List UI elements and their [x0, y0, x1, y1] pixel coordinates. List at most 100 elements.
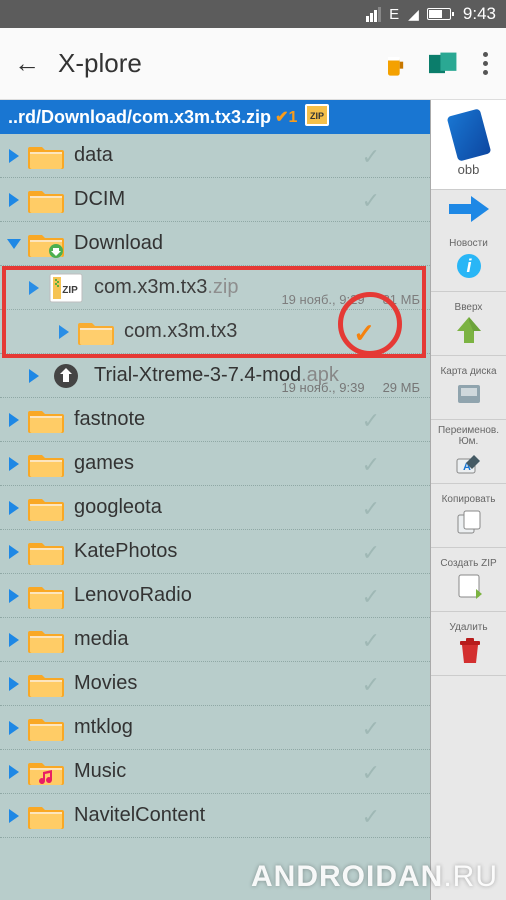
back-button[interactable]: ←: [14, 48, 40, 79]
app-title: X-plore: [58, 48, 361, 79]
disk-icon: [452, 379, 486, 409]
expand-arrow-icon[interactable]: [9, 809, 19, 823]
signal-icon: ◢: [408, 6, 419, 23]
up-icon: [452, 315, 486, 345]
file-row[interactable]: com.x3m.tx3✓: [0, 310, 430, 354]
battery-icon: [427, 8, 451, 20]
selected-check-icon: ✓: [353, 318, 375, 349]
folder-icon: [28, 493, 64, 523]
file-panel: ..rd/Download/ com.x3m.tx3.zip ✔1 ZIP da…: [0, 100, 430, 900]
folder-icon: [28, 229, 64, 259]
sidebar-action-label: Удалить: [449, 622, 487, 633]
network-type: E: [389, 6, 400, 23]
destination-label: obb: [458, 162, 480, 177]
file-row[interactable]: Download: [0, 222, 430, 266]
sidebar-action-label: Вверх: [455, 302, 483, 313]
app-bar: ← X-plore: [0, 28, 506, 100]
folder-icon: [28, 141, 64, 171]
dim-check-icon: ✓: [362, 540, 380, 566]
dim-check-icon: ✓: [362, 188, 380, 214]
file-row[interactable]: data✓: [0, 134, 430, 178]
file-row[interactable]: LenovoRadio✓: [0, 574, 430, 618]
expand-arrow-icon[interactable]: [9, 677, 19, 691]
sidebar-action-label: Переименов. Юм.: [431, 425, 506, 447]
dim-check-icon: ✓: [362, 716, 380, 742]
expand-arrow-icon[interactable]: [9, 501, 19, 515]
dim-check-icon: ✓: [362, 584, 380, 610]
file-list[interactable]: data✓DCIM✓ Download com.x3m.tx3.zip19 нояб…: [0, 134, 430, 838]
dim-check-icon: ✓: [362, 144, 380, 170]
expand-arrow-icon[interactable]: [9, 193, 19, 207]
sidebar-action-info[interactable]: Новости i: [431, 228, 506, 292]
info-icon: i: [452, 251, 486, 281]
file-row[interactable]: Movies✓: [0, 662, 430, 706]
folder-icon: [28, 581, 64, 611]
apk-icon: [48, 361, 84, 391]
file-row[interactable]: DCIM✓: [0, 178, 430, 222]
folder-icon: [28, 625, 64, 655]
expand-arrow-icon[interactable]: [9, 457, 19, 471]
sidebar-action-trash[interactable]: Удалить: [431, 612, 506, 676]
folder-icon: [28, 185, 64, 215]
expand-arrow-icon[interactable]: [9, 633, 19, 647]
sidebar-action-label: Новости: [449, 238, 488, 249]
dim-check-icon: ✓: [362, 628, 380, 654]
panels-icon[interactable]: [429, 48, 461, 80]
sidebar-action-disk[interactable]: Карта диска: [431, 356, 506, 420]
sidebar-action-label: Карта диска: [440, 366, 496, 377]
sidebar-action-zip[interactable]: Создать ZIP: [431, 548, 506, 612]
file-row[interactable]: googleota✓: [0, 486, 430, 530]
file-meta: 19 нояб., 9:2981 МБ: [281, 292, 420, 307]
file-row[interactable]: media✓: [0, 618, 430, 662]
folder-icon: [28, 713, 64, 743]
expand-arrow-icon[interactable]: [9, 721, 19, 735]
expand-arrow-icon[interactable]: [29, 369, 39, 383]
breadcrumb-file: com.x3m.tx3.zip: [132, 107, 271, 128]
overflow-menu[interactable]: [479, 48, 492, 79]
expand-arrow-icon[interactable]: [59, 325, 69, 339]
beer-icon[interactable]: [379, 48, 411, 80]
svg-text:ZIP: ZIP: [310, 111, 324, 121]
sidebar-action-rename[interactable]: Переименов. Юм.A: [431, 420, 506, 484]
dim-check-icon: ✓: [362, 760, 380, 786]
sidebar-action-up[interactable]: Вверх: [431, 292, 506, 356]
sidebar-action-label: Копировать: [442, 494, 496, 505]
breadcrumb[interactable]: ..rd/Download/ com.x3m.tx3.zip ✔1 ZIP: [0, 100, 430, 134]
expand-arrow-icon[interactable]: [9, 589, 19, 603]
expand-arrow-icon[interactable]: [9, 545, 19, 559]
trash-icon: [452, 635, 486, 665]
phone-icon: [446, 108, 491, 161]
collapse-arrow-icon[interactable]: [7, 239, 21, 249]
sidebar-action-copy[interactable]: Копировать: [431, 484, 506, 548]
dim-check-icon: ✓: [362, 496, 380, 522]
folder-icon: [28, 757, 64, 787]
clock: 9:43: [463, 4, 496, 24]
transfer-arrow[interactable]: [431, 190, 506, 228]
dim-check-icon: ✓: [362, 408, 380, 434]
file-name: Download: [74, 232, 422, 255]
file-row[interactable]: com.x3m.tx3.zip19 нояб., 9:2981 МБ: [0, 266, 430, 310]
dim-check-icon: ✓: [362, 804, 380, 830]
folder-icon: [28, 669, 64, 699]
status-bar: E ◢ 9:43: [0, 0, 506, 28]
destination-panel[interactable]: obb: [431, 100, 506, 190]
folder-icon: [28, 801, 64, 831]
sidebar-action-label: Создать ZIP: [440, 558, 496, 569]
file-row[interactable]: KatePhotos✓: [0, 530, 430, 574]
breadcrumb-path: ..rd/Download/: [8, 107, 132, 128]
file-row[interactable]: mtklog✓: [0, 706, 430, 750]
copy-icon: [452, 507, 486, 537]
file-meta: 19 нояб., 9:3929 МБ: [281, 380, 420, 395]
file-row[interactable]: NavitelContent✓: [0, 794, 430, 838]
file-row[interactable]: fastnote✓: [0, 398, 430, 442]
expand-arrow-icon[interactable]: [9, 149, 19, 163]
file-row[interactable]: Trial-Xtreme-3-7.4-mod.apk19 нояб., 9:39…: [0, 354, 430, 398]
expand-arrow-icon[interactable]: [9, 413, 19, 427]
file-row[interactable]: Music✓: [0, 750, 430, 794]
file-row[interactable]: games✓: [0, 442, 430, 486]
expand-arrow-icon[interactable]: [29, 281, 39, 295]
expand-arrow-icon[interactable]: [9, 765, 19, 779]
folder-icon: [28, 405, 64, 435]
zip-icon-small: ZIP: [305, 104, 329, 131]
wifi-icon: [366, 7, 381, 22]
